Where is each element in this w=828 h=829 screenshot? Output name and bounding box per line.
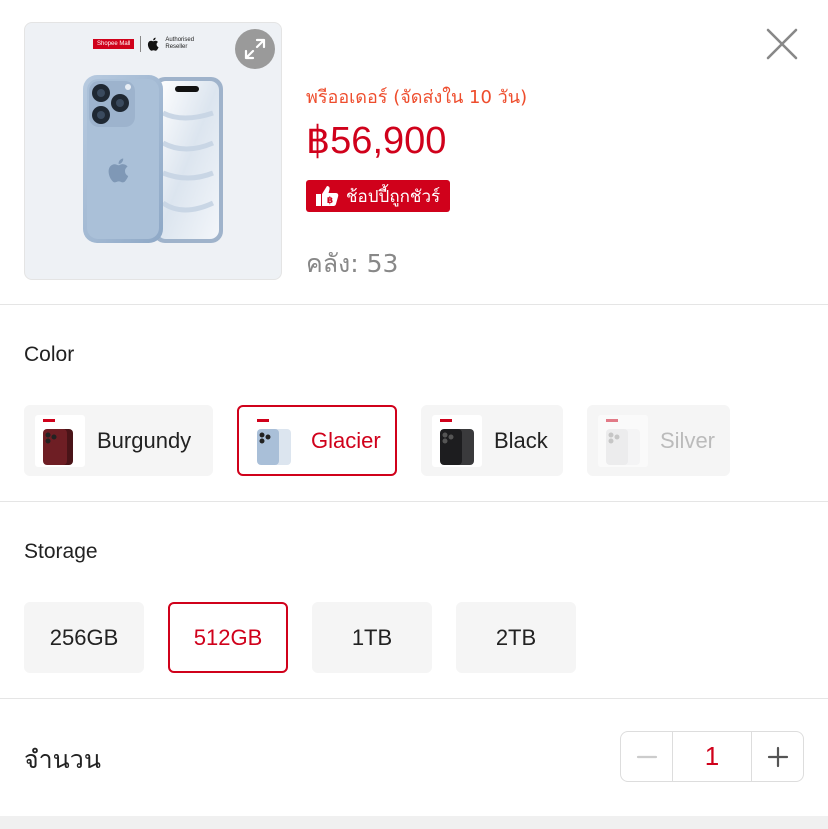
svg-text:฿: ฿: [327, 196, 333, 206]
quantity-stepper: 1: [620, 731, 804, 782]
storage-section-title: Storage: [24, 540, 98, 563]
minus-icon: [636, 755, 657, 758]
color-label: Glacier: [311, 427, 381, 453]
plus-icon: [767, 746, 788, 767]
close-icon[interactable]: [764, 26, 800, 62]
expand-icon: [244, 38, 266, 60]
storage-option-512gb[interactable]: 512GB: [168, 602, 288, 673]
color-option-black[interactable]: Black: [421, 405, 563, 476]
color-label: Burgundy: [97, 427, 192, 453]
thumbs-up-baht-icon: ฿: [316, 186, 339, 206]
divider: [0, 698, 828, 699]
variant-thumbnail: [249, 414, 299, 467]
variant-thumbnail: [35, 414, 85, 467]
color-label: Silver: [660, 427, 716, 453]
storage-option-256gb[interactable]: 256GB: [24, 602, 144, 673]
quantity-label: จำนวน: [24, 745, 101, 774]
storage-label: 256GB: [49, 624, 119, 650]
expand-image-button[interactable]: [235, 29, 275, 69]
guarantee-label: ช้อปปี้ถูกชัวร์: [346, 186, 441, 207]
variant-thumbnail: [432, 414, 482, 467]
stock-count: คลัง: 53: [306, 249, 399, 278]
guarantee-badge: ฿ ช้อปปี้ถูกชัวร์: [306, 180, 451, 212]
color-label: Black: [494, 427, 548, 453]
storage-option-1tb[interactable]: 1TB: [312, 602, 432, 673]
color-option-burgundy[interactable]: Burgundy: [24, 405, 213, 476]
price: ฿56,900: [306, 120, 447, 162]
quantity-value[interactable]: 1: [672, 732, 752, 781]
bottom-strip: [0, 816, 828, 829]
color-option-silver[interactable]: Silver: [587, 405, 730, 476]
divider: [0, 304, 828, 305]
storage-label: 512GB: [193, 624, 263, 650]
product-header: Shopee Mall Authorised Reseller พรีออเดอ…: [0, 0, 828, 305]
storage-option-2tb[interactable]: 2TB: [456, 602, 576, 673]
storage-label: 2TB: [495, 624, 537, 650]
increment-button[interactable]: [752, 732, 803, 781]
preorder-label: พรีออเดอร์ (จัดส่งใน 10 วัน): [306, 87, 528, 108]
decrement-button[interactable]: [621, 732, 672, 781]
product-image[interactable]: Shopee Mall Authorised Reseller: [24, 22, 282, 280]
variant-thumbnail: [598, 414, 648, 467]
divider: [0, 501, 828, 502]
storage-label: 1TB: [351, 624, 393, 650]
color-option-glacier[interactable]: Glacier: [237, 405, 397, 476]
color-section-title: Color: [24, 343, 75, 366]
